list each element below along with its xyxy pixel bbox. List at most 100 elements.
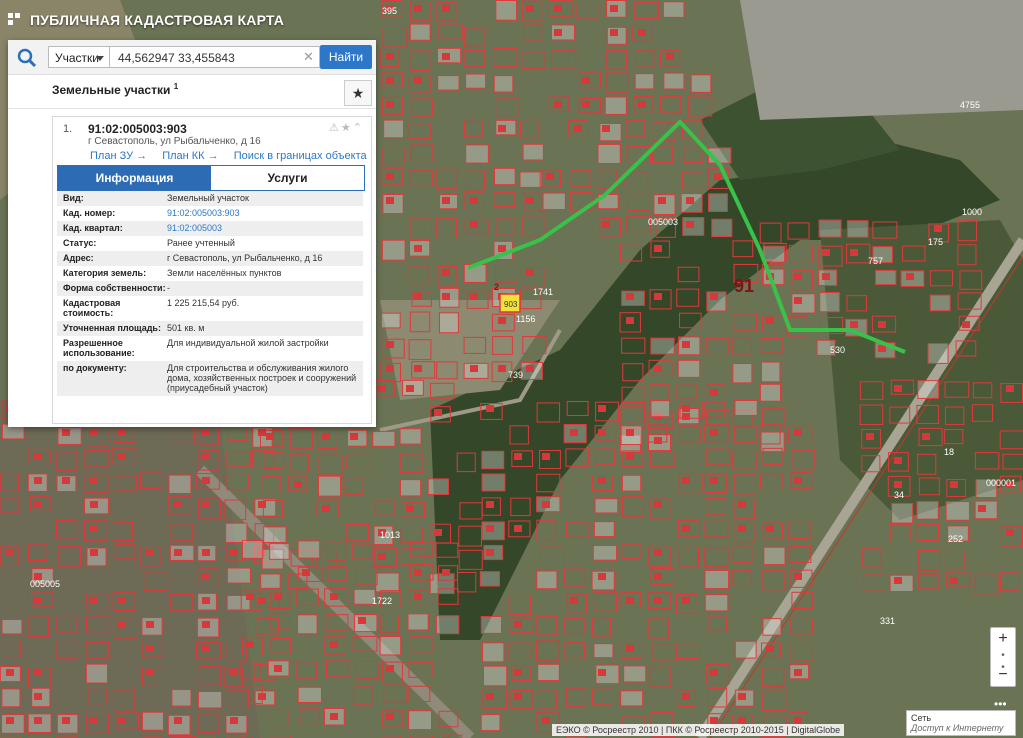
result-cad-number[interactable]: 91:02:005003:903: [88, 122, 187, 136]
parcel[interactable]: [762, 618, 782, 636]
parcel[interactable]: [734, 400, 758, 416]
parcel[interactable]: [708, 193, 728, 213]
parcel[interactable]: [169, 544, 195, 561]
parcel[interactable]: [171, 689, 192, 707]
parcel[interactable]: [85, 663, 108, 684]
parcel[interactable]: [226, 567, 251, 584]
parcel[interactable]: [761, 361, 781, 383]
parcel[interactable]: [493, 75, 514, 93]
chevron-up-icon[interactable]: ⌃: [353, 122, 364, 134]
parcel[interactable]: [620, 690, 644, 707]
search-type-select[interactable]: Участки: [48, 46, 110, 68]
parcel[interactable]: [483, 665, 508, 687]
parcel[interactable]: [408, 710, 433, 731]
parcel[interactable]: [663, 72, 685, 90]
parcel[interactable]: [465, 73, 487, 89]
link-plan-kk[interactable]: План КК →: [162, 150, 218, 162]
parcel[interactable]: [634, 73, 655, 90]
parcel[interactable]: [945, 501, 970, 521]
parcel[interactable]: [522, 143, 544, 161]
parcel[interactable]: [927, 343, 949, 364]
search-icon[interactable]: [16, 47, 38, 69]
parcel[interactable]: [1, 688, 21, 708]
parcel[interactable]: [379, 636, 402, 656]
parcel[interactable]: [604, 96, 627, 115]
parcel[interactable]: [593, 643, 614, 659]
zoom-in-button[interactable]: +: [991, 628, 1015, 650]
parcel[interactable]: [380, 312, 401, 329]
parcel[interactable]: [734, 640, 757, 659]
parcel[interactable]: [762, 245, 786, 263]
parcel[interactable]: [481, 450, 505, 470]
parcel[interactable]: [263, 526, 287, 543]
parcel[interactable]: [916, 500, 939, 520]
parcel[interactable]: [297, 686, 322, 703]
parcel[interactable]: [519, 171, 543, 188]
parcel[interactable]: [407, 613, 429, 631]
parcel[interactable]: [677, 359, 701, 378]
parcel[interactable]: [372, 430, 396, 447]
parcel[interactable]: [481, 473, 506, 492]
parcel[interactable]: [427, 478, 450, 495]
parcel[interactable]: [482, 642, 505, 663]
zoom-out-button[interactable]: −: [991, 664, 1015, 686]
warning-icon[interactable]: ⚠: [329, 122, 341, 134]
parcel[interactable]: [399, 428, 422, 445]
parcel[interactable]: [711, 218, 733, 238]
parcel[interactable]: [168, 474, 192, 494]
parcel[interactable]: [875, 269, 897, 286]
parcel[interactable]: [704, 594, 729, 612]
favorites-button[interactable]: ★: [344, 80, 372, 106]
parcel[interactable]: [763, 546, 786, 566]
parcel[interactable]: [759, 383, 781, 402]
parcel[interactable]: [650, 400, 671, 418]
parcel[interactable]: [623, 665, 647, 683]
parcel[interactable]: [141, 711, 164, 731]
parcel[interactable]: [537, 663, 560, 682]
parcel[interactable]: [479, 571, 501, 587]
parcel[interactable]: [592, 544, 618, 561]
parcel[interactable]: [435, 615, 460, 635]
parcel[interactable]: [409, 23, 431, 41]
parcel[interactable]: [819, 292, 840, 313]
parcel[interactable]: [891, 502, 914, 524]
attribute-value[interactable]: 91:02:005003: [167, 223, 363, 233]
parcel[interactable]: [593, 521, 615, 538]
parcel[interactable]: [536, 570, 558, 590]
parcel[interactable]: [542, 192, 566, 211]
parcel[interactable]: [375, 572, 400, 593]
parcel[interactable]: [480, 714, 501, 732]
more-icon[interactable]: •••: [994, 697, 1007, 711]
parcel[interactable]: [594, 498, 619, 514]
parcel[interactable]: [1, 619, 23, 635]
parcel[interactable]: [225, 522, 248, 544]
attribute-value[interactable]: 91:02:005003:903: [167, 208, 363, 218]
parcel[interactable]: [260, 573, 281, 589]
link-plan-zu[interactable]: План ЗУ →: [90, 150, 147, 162]
parcel[interactable]: [494, 167, 516, 186]
parcel[interactable]: [732, 363, 753, 384]
parcel[interactable]: [269, 543, 290, 560]
close-icon[interactable]: ✕: [303, 49, 314, 65]
parcel[interactable]: [480, 616, 503, 634]
parcel[interactable]: [297, 614, 318, 635]
parcel[interactable]: [650, 337, 675, 355]
parcel[interactable]: [438, 312, 459, 334]
find-button[interactable]: Найти: [320, 45, 372, 69]
parcel[interactable]: [381, 239, 406, 261]
parcel[interactable]: [929, 294, 951, 312]
parcel[interactable]: [437, 75, 460, 91]
parcel[interactable]: [383, 119, 405, 139]
parcel[interactable]: [597, 143, 621, 164]
parcel[interactable]: [465, 144, 489, 164]
parcel[interactable]: [241, 540, 264, 559]
parcel[interactable]: [495, 0, 518, 21]
tab-services[interactable]: Услуги: [211, 166, 364, 190]
parcel[interactable]: [917, 380, 940, 399]
parcel[interactable]: [297, 540, 321, 559]
parcel[interactable]: [399, 479, 422, 497]
parcel[interactable]: [317, 475, 342, 497]
parcel[interactable]: [704, 569, 730, 590]
parcel[interactable]: [846, 220, 869, 238]
parcel[interactable]: [429, 573, 455, 595]
